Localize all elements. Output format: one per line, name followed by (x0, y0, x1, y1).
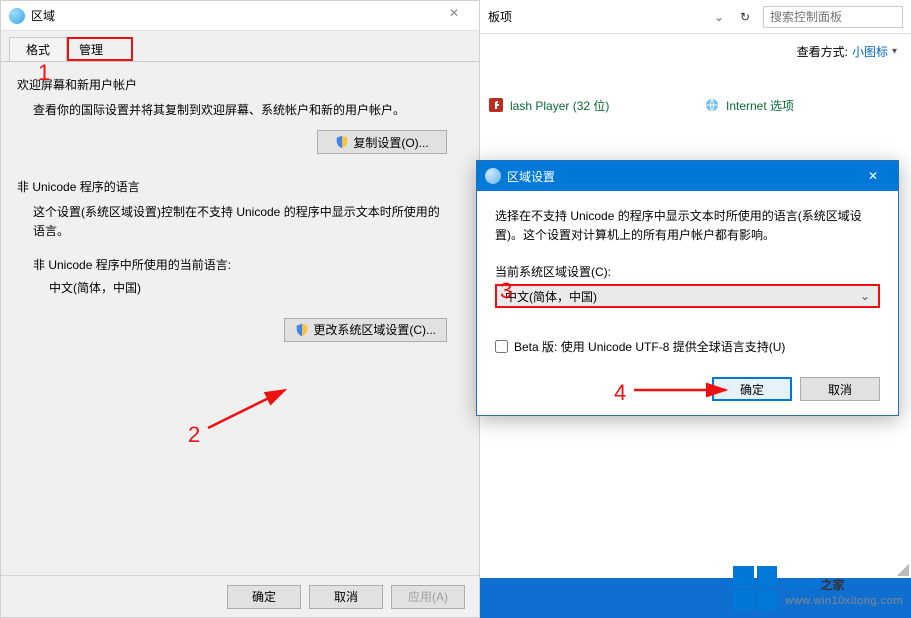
tab-format[interactable]: 格式 (9, 37, 67, 61)
beta-utf8-checkbox[interactable]: Beta 版: 使用 Unicode UTF-8 提供全球语言支持(U) (495, 338, 880, 355)
refresh-icon[interactable]: ↻ (733, 10, 757, 24)
shield-icon (335, 135, 349, 149)
ok-button[interactable]: 确定 (227, 585, 301, 609)
item-internet-options[interactable]: Internet 选项 (704, 94, 904, 116)
breadcrumb[interactable]: 板项 (484, 8, 705, 25)
ok-button[interactable]: 确定 (712, 377, 792, 401)
dialog-title: 区域 (31, 7, 437, 24)
checkbox-label: Beta 版: 使用 Unicode UTF-8 提供全球语言支持(U) (514, 338, 785, 355)
chevron-down-icon[interactable]: ▾ (892, 46, 897, 57)
view-by-label: 查看方式: (797, 43, 848, 60)
dialog-footer: 确定 取消 应用(A) (1, 575, 479, 617)
cancel-button[interactable]: 取消 (309, 585, 383, 609)
dialog-body: 选择在不支持 Unicode 的程序中显示文本时所使用的语言(系统区域设置)。这… (477, 191, 898, 415)
globe-icon (9, 8, 25, 24)
group-welcome-screen: 欢迎屏幕和新用户帐户 查看你的国际设置并将其复制到欢迎屏幕、系统帐户和新的用户帐… (17, 76, 463, 154)
button-label: 复制设置(O)... (353, 134, 428, 151)
view-by-bar: 查看方式: 小图标 ▾ (480, 34, 911, 68)
copy-settings-button[interactable]: 复制设置(O)... (317, 130, 447, 154)
control-panel-items: lash Player (32 位) Internet 选项 (480, 68, 911, 116)
tab-admin-panel: 欢迎屏幕和新用户帐户 查看你的国际设置并将其复制到欢迎屏幕、系统帐户和新的用户帐… (1, 61, 479, 585)
view-by-value[interactable]: 小图标 (852, 43, 888, 60)
titlebar: 区域 ✕ (1, 1, 479, 31)
flash-icon (488, 97, 504, 113)
item-flash-player[interactable]: lash Player (32 位) (488, 94, 688, 116)
close-icon[interactable]: ✕ (437, 6, 471, 26)
current-language-value: 中文(简体，中国) (49, 279, 447, 296)
region-settings-dialog: 区域设置 ✕ 选择在不支持 Unicode 的程序中显示文本时所使用的语言(系统… (476, 160, 899, 416)
dialog-footer: 确定 取消 (495, 377, 880, 401)
change-system-locale-button[interactable]: 更改系统区域设置(C)... (284, 318, 447, 342)
select-value: 中文(简体，中国) (505, 288, 597, 305)
item-label: Internet 选项 (726, 97, 794, 114)
shield-icon (295, 323, 309, 337)
description-text: 选择在不支持 Unicode 的程序中显示文本时所使用的语言(系统区域设置)。这… (495, 207, 880, 245)
checkbox-input[interactable] (495, 340, 508, 353)
chevron-down-icon: ⌄ (860, 289, 870, 303)
button-label: 更改系统区域设置(C)... (313, 321, 436, 338)
dialog-title: 区域设置 (507, 168, 852, 185)
locale-label: 当前系统区域设置(C): (495, 263, 880, 280)
globe-icon (485, 168, 501, 184)
titlebar: 区域设置 ✕ (477, 161, 898, 191)
watermark-text: Win10之家 www.win10xitong.com (785, 569, 903, 607)
breadcrumb-dropdown-icon[interactable]: ⌄ (711, 10, 727, 24)
group-title: 欢迎屏幕和新用户帐户 (17, 76, 463, 93)
item-label: lash Player (32 位) (510, 97, 609, 114)
close-icon[interactable]: ✕ (852, 161, 894, 191)
locale-select[interactable]: 中文(简体，中国) ⌄ (495, 284, 880, 308)
tabs: 格式 管理 (1, 37, 479, 61)
group-description: 查看你的国际设置并将其复制到欢迎屏幕、系统帐户和新的用户帐户。 (33, 101, 447, 120)
search-input[interactable] (763, 6, 903, 28)
internet-options-icon (704, 97, 720, 113)
watermark-logo: Win10之家 www.win10xitong.com (733, 566, 903, 610)
current-language-label: 非 Unicode 程序中所使用的当前语言: (33, 256, 447, 273)
windows-logo-icon (733, 566, 777, 610)
apply-button[interactable]: 应用(A) (391, 585, 465, 609)
toolbar: 板项 ⌄ ↻ (480, 0, 911, 34)
group-non-unicode: 非 Unicode 程序的语言 这个设置(系统区域设置)控制在不支持 Unico… (17, 178, 463, 341)
group-description: 这个设置(系统区域设置)控制在不支持 Unicode 的程序中显示文本时所使用的… (33, 203, 447, 241)
tab-admin[interactable]: 管理 (67, 37, 133, 61)
group-title: 非 Unicode 程序的语言 (17, 178, 463, 195)
region-dialog: 区域 ✕ 格式 管理 欢迎屏幕和新用户帐户 查看你的国际设置并将其复制到欢迎屏幕… (0, 0, 480, 618)
cancel-button[interactable]: 取消 (800, 377, 880, 401)
